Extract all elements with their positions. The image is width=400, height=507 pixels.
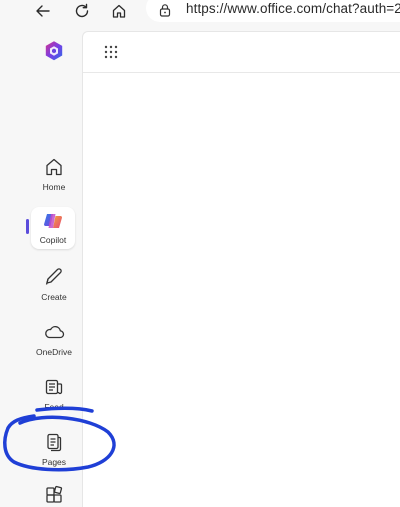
apps-icon: [46, 485, 63, 503]
microsoft-365-logo-icon[interactable]: [42, 39, 66, 63]
cloud-icon: [45, 326, 65, 339]
rail-item-label: Create: [41, 292, 67, 302]
rail-item-label: OneDrive: [36, 347, 72, 357]
rail-item-label: Pages: [41, 457, 67, 467]
browser-toolbar: https://www.office.com/chat?auth=2: [0, 0, 400, 24]
screen: https://www.office.com/chat?auth=2 Home: [0, 0, 400, 507]
feed-icon: [45, 379, 63, 395]
rail-item-label: Copilot: [39, 235, 67, 245]
reload-icon: [75, 3, 89, 18]
browser-home-button[interactable]: [106, 0, 132, 22]
rail-item-home[interactable]: Home: [26, 152, 82, 202]
app-launcher-icon[interactable]: [103, 44, 119, 60]
back-button[interactable]: [30, 0, 56, 22]
rail-item-label: Feed: [44, 402, 64, 412]
main-content: [82, 31, 400, 507]
back-arrow-icon: [36, 5, 50, 17]
browser-home-icon: [112, 4, 126, 18]
active-indicator: [26, 219, 29, 234]
rail-item-label: Home: [42, 182, 66, 192]
rail-item-feed[interactable]: Feed: [26, 372, 82, 422]
app-rail: Home Copilot Create OneDrive Feed Pages: [26, 24, 82, 507]
url-text: https://www.office.com/chat?auth=2: [186, 1, 400, 16]
pencil-icon: [45, 268, 62, 285]
pages-icon: [47, 433, 62, 452]
lock-icon: [159, 4, 171, 17]
rail-item-onedrive[interactable]: OneDrive: [26, 317, 82, 367]
app-header: [83, 32, 400, 73]
rail-item-create[interactable]: Create: [26, 262, 82, 312]
copilot-icon: [44, 214, 62, 228]
address-bar[interactable]: https://www.office.com/chat?auth=2: [146, 0, 400, 22]
reload-button[interactable]: [69, 0, 95, 22]
rail-item-apps[interactable]: [26, 481, 82, 507]
rail-item-copilot[interactable]: Copilot: [31, 207, 75, 249]
rail-item-pages[interactable]: Pages: [26, 427, 82, 477]
home-icon: [46, 158, 62, 176]
